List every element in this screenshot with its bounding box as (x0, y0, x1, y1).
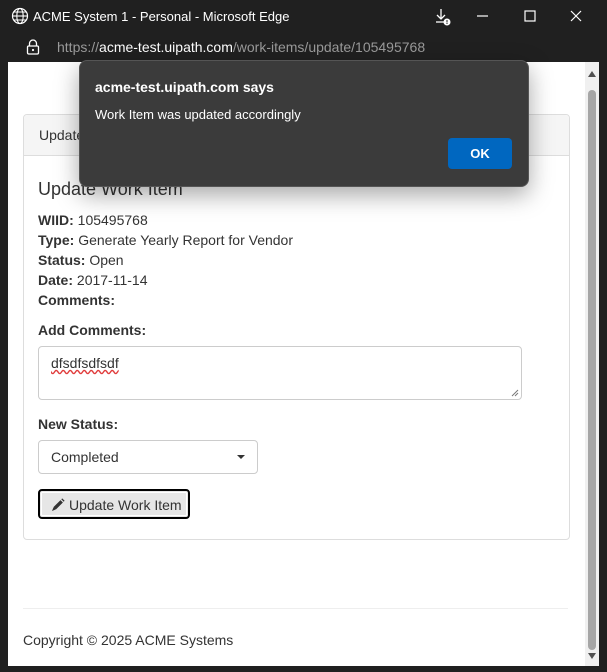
comments-textarea[interactable]: dfsdfsdfsdf (38, 346, 522, 400)
date-row: Date: 2017-11-14 (38, 272, 147, 288)
status-row: Status: Open (38, 252, 124, 268)
chevron-down-icon (237, 455, 245, 459)
scrollbar-thumb[interactable] (588, 90, 596, 650)
wiid-value: 105495768 (77, 212, 148, 228)
comments-row: Comments: (38, 292, 115, 308)
new-status-selected: Completed (51, 449, 119, 465)
update-work-item-button[interactable]: Update Work Item (38, 489, 190, 519)
footer-copyright: Copyright © 2025 ACME Systems (23, 632, 234, 648)
status-value: Open (89, 252, 124, 268)
pencil-icon (52, 498, 65, 511)
url-path: /work-items/update/105495768 (232, 39, 426, 55)
add-comments-label: Add Comments: (38, 322, 147, 338)
date-label: Date: (38, 272, 74, 288)
type-value: Generate Yearly Report for Vendor (78, 232, 294, 248)
date-value: 2017-11-14 (76, 272, 148, 288)
wiid-row: WIID: 105495768 (38, 212, 148, 228)
new-status-select[interactable]: Completed (38, 440, 258, 474)
type-label: Type: (38, 232, 75, 248)
alert-dialog: acme-test.uipath.com says Work Item was … (79, 60, 529, 187)
dialog-title: acme-test.uipath.com says (95, 79, 274, 95)
title-bar: ACME System 1 - Personal - Microsoft Edg… (0, 0, 607, 32)
window-title: ACME System 1 - Personal - Microsoft Edg… (33, 9, 290, 24)
maximize-icon (524, 10, 536, 22)
browser-window: ACME System 1 - Personal - Microsoft Edg… (0, 0, 607, 672)
window-border-bottom (0, 666, 607, 672)
maximize-button[interactable] (507, 0, 553, 32)
minimize-button[interactable] (460, 0, 506, 32)
wiid-label: WIID: (38, 212, 74, 228)
panel-heading-text: Update (39, 127, 85, 143)
url-text[interactable]: https://acme-test.uipath.com/work-items/… (57, 39, 425, 55)
lock-icon[interactable] (26, 39, 40, 55)
new-status-label: New Status: (38, 416, 119, 432)
update-button-label: Update Work Item (69, 497, 182, 513)
footer-divider (23, 608, 568, 609)
close-window-button[interactable] (553, 0, 599, 32)
ok-button[interactable]: OK (448, 138, 512, 169)
comments-textarea-value: dfsdfsdfsdf (51, 355, 119, 371)
window-border-right (599, 62, 607, 672)
address-bar[interactable]: https://acme-test.uipath.com/work-items/… (0, 32, 607, 62)
resize-handle-icon[interactable] (511, 389, 519, 397)
url-protocol: https:// (57, 39, 100, 55)
status-label: Status: (38, 252, 86, 268)
comments-label: Comments: (38, 292, 116, 308)
url-host: acme-test.uipath.com (99, 39, 233, 55)
dialog-message: Work Item was updated accordingly (95, 107, 301, 122)
scroll-up-icon[interactable] (587, 70, 597, 78)
close-icon (570, 10, 582, 22)
minimize-icon (477, 15, 488, 17)
window-border-left (0, 62, 8, 672)
globe-icon (11, 7, 29, 25)
type-row: Type: Generate Yearly Report for Vendor (38, 232, 293, 248)
download-icon (436, 9, 451, 26)
scroll-down-icon[interactable] (587, 652, 597, 660)
